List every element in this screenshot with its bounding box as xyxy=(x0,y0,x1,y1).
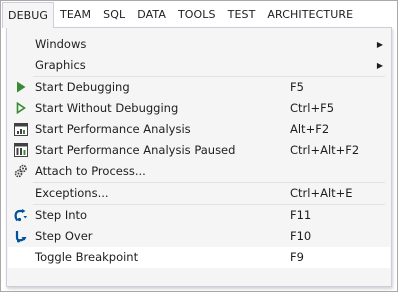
menu-item-label: Windows xyxy=(35,37,87,51)
menu-item-shortcut: Ctrl+Alt+E xyxy=(290,186,353,200)
menu-item-label: Start Without Debugging xyxy=(35,101,179,115)
menu-item-shortcut: F10 xyxy=(290,229,312,243)
menu-team[interactable]: TEAM xyxy=(54,2,97,28)
play-outline-icon xyxy=(14,101,28,115)
menu-item-label: Start Performance Analysis Paused xyxy=(35,143,236,157)
menu-item-start-performance-analysis-paused[interactable]: Start Performance Analysis Paused Ctrl+A… xyxy=(7,140,391,161)
menu-item-toggle-breakpoint[interactable]: Toggle Breakpoint F9 xyxy=(8,247,390,268)
menu-item-label: Exceptions... xyxy=(35,186,109,200)
menu-item-label: Start Performance Analysis xyxy=(35,122,191,136)
submenu-arrow-icon: ▶ xyxy=(376,61,383,70)
menu-item-label: Attach to Process... xyxy=(35,164,146,178)
step-into-icon xyxy=(14,208,28,222)
menu-item-label: Start Debugging xyxy=(35,80,130,94)
menu-item-start-performance-analysis[interactable]: Start Performance Analysis Alt+F2 xyxy=(7,119,391,140)
debug-dropdown-menu: Windows ▶ Graphics ▶ Start Debugging F5 … xyxy=(6,27,392,287)
menu-bar: DEBUG TEAM SQL DATA TOOLS TEST ARCHITECT… xyxy=(2,2,396,28)
submenu-arrow-icon: ▶ xyxy=(376,40,383,49)
menu-item-shortcut: Ctrl+F5 xyxy=(290,101,335,115)
menu-item-shortcut: F11 xyxy=(290,208,312,222)
attach-gears-icon xyxy=(14,164,28,178)
menu-item-step-into[interactable]: Step Into F11 xyxy=(7,205,391,226)
menu-item-shortcut: F9 xyxy=(290,250,304,264)
menu-item-start-without-debugging[interactable]: Start Without Debugging Ctrl+F5 xyxy=(7,98,391,119)
menu-item-shortcut: F5 xyxy=(290,80,304,94)
menu-item-label: Step Into xyxy=(35,208,88,222)
menu-item-exceptions[interactable]: Exceptions... Ctrl+Alt+E xyxy=(7,183,391,204)
menu-item-label: Step Over xyxy=(35,229,93,243)
menu-item-step-over[interactable]: Step Over F10 xyxy=(7,226,391,247)
menu-item-start-debugging[interactable]: Start Debugging F5 xyxy=(7,77,391,98)
menu-debug[interactable]: DEBUG xyxy=(2,2,55,28)
menu-tools[interactable]: TOOLS xyxy=(172,2,222,28)
performance-chart-icon xyxy=(14,122,28,136)
play-filled-icon xyxy=(14,80,28,94)
menu-item-shortcut: Alt+F2 xyxy=(290,122,330,136)
performance-paused-icon xyxy=(14,143,28,157)
menu-item-shortcut: Ctrl+Alt+F2 xyxy=(290,143,360,157)
menu-item-attach-to-process[interactable]: Attach to Process... xyxy=(7,161,391,182)
menu-sql[interactable]: SQL xyxy=(97,2,131,28)
menu-test[interactable]: TEST xyxy=(222,2,262,28)
menu-item-graphics[interactable]: Graphics ▶ xyxy=(7,55,391,76)
step-over-icon xyxy=(14,229,28,243)
menu-item-label: Toggle Breakpoint xyxy=(35,250,139,264)
menu-data[interactable]: DATA xyxy=(131,2,172,28)
menu-item-windows[interactable]: Windows ▶ xyxy=(7,34,391,55)
menu-item-label: Graphics xyxy=(35,58,86,72)
menu-architecture[interactable]: ARCHITECTURE xyxy=(261,2,359,28)
